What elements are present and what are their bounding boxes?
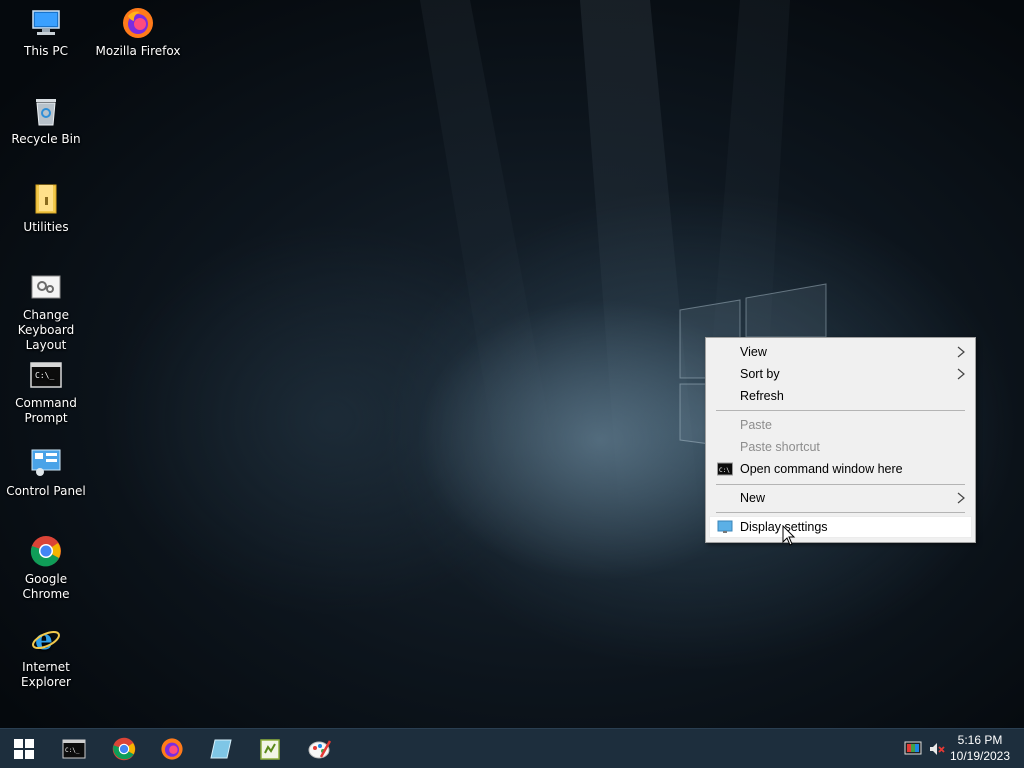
command-prompt-icon: C:\_: [29, 358, 63, 392]
menu-item-label: Open command window here: [740, 462, 903, 476]
menu-item-label: Paste shortcut: [740, 440, 820, 454]
desktop-icon-recycle-bin[interactable]: Recycle Bin: [0, 94, 92, 147]
desktop-icon-label: This PC: [24, 44, 68, 58]
menu-separator: [716, 512, 965, 513]
desktop-icon-change-keyboard-layout[interactable]: Change Keyboard Layout: [0, 270, 92, 353]
desktop-icon-internet-explorer[interactable]: e Internet Explorer: [0, 622, 92, 690]
svg-text:C:\_: C:\_: [35, 371, 54, 380]
recycle-bin-icon: [29, 94, 63, 128]
menu-item-refresh[interactable]: Refresh: [709, 385, 972, 407]
menu-item-label: Sort by: [740, 367, 780, 381]
cmd-icon: C:\: [717, 462, 733, 476]
desktop-icon-label: Mozilla Firefox: [95, 44, 181, 58]
menu-item-display-settings[interactable]: Display settings: [709, 516, 972, 538]
color-display-tray-icon[interactable]: [904, 741, 922, 757]
menu-item-paste[interactable]: Paste: [709, 414, 972, 436]
chrome-icon: [112, 737, 136, 761]
chevron-right-icon: [957, 368, 965, 380]
desktop-icon-firefox[interactable]: Mozilla Firefox: [92, 6, 184, 59]
paint-icon: [308, 740, 332, 759]
taskbar-paint[interactable]: [296, 729, 344, 768]
menu-separator: [716, 410, 965, 411]
folder-icon: [29, 182, 63, 216]
taskbar-chrome[interactable]: [100, 729, 148, 768]
desktop-icon-label: Control Panel: [6, 484, 86, 498]
desktop-icon-control-panel[interactable]: Control Panel: [0, 446, 92, 499]
desktop-icon-utilities[interactable]: Utilities: [0, 182, 92, 235]
desktop-icon-google-chrome[interactable]: Google Chrome: [0, 534, 92, 602]
this-pc-icon: [29, 6, 63, 40]
internet-explorer-icon: e: [29, 622, 63, 656]
menu-item-view[interactable]: View: [709, 341, 972, 363]
svg-text:C:\: C:\: [719, 467, 730, 474]
desktop-icon-command-prompt[interactable]: C:\_ Command Prompt: [0, 358, 92, 426]
taskbar-notes[interactable]: [197, 729, 245, 768]
clock-time: 5:16 PM: [957, 733, 1003, 747]
desktop-icon-label: Google Chrome: [22, 572, 70, 601]
system-clock[interactable]: 5:16 PM 10/19/2023: [948, 732, 1012, 764]
taskbar-command-prompt[interactable]: C:\_: [50, 729, 98, 768]
menu-item-open-command-window[interactable]: C:\ Open command window here: [709, 458, 972, 480]
command-prompt-icon: C:\_: [62, 739, 86, 759]
desktop-icon-label: Internet Explorer: [21, 660, 71, 689]
clock-date: 10/19/2023: [949, 749, 1011, 763]
keyboard-layout-icon: [29, 270, 63, 304]
menu-item-sort-by[interactable]: Sort by: [709, 363, 972, 385]
desktop-icon-label: Utilities: [23, 220, 69, 234]
desktop-icon-label: Change Keyboard Layout: [17, 308, 75, 352]
svg-text:C:\_: C:\_: [65, 747, 80, 754]
chrome-icon: [29, 534, 63, 568]
menu-item-label: New: [740, 491, 766, 505]
taskbar-firefox[interactable]: [148, 729, 196, 768]
notepad-icon: [260, 739, 280, 760]
menu-item-new[interactable]: New: [709, 487, 972, 509]
desktop-icon-label: Recycle Bin: [11, 132, 81, 146]
windows-start-icon: [14, 739, 34, 759]
notes-icon: [210, 739, 232, 759]
volume-muted-icon[interactable]: [928, 741, 946, 757]
taskbar-notepad-plus[interactable]: [246, 729, 294, 768]
taskbar: C:\_ 5:16 PM 10/19/2023: [0, 728, 1024, 768]
chevron-right-icon: [957, 346, 965, 358]
menu-item-label: View: [740, 345, 767, 359]
control-panel-icon: [29, 446, 63, 480]
mouse-cursor-icon: [782, 525, 796, 546]
desktop-context-menu: View Sort by Refresh Paste Paste shortcu…: [705, 337, 976, 543]
menu-separator: [716, 484, 965, 485]
menu-item-label: Refresh: [740, 389, 784, 403]
desktop-icon-label: Command Prompt: [15, 396, 77, 425]
menu-item-paste-shortcut[interactable]: Paste shortcut: [709, 436, 972, 458]
menu-item-label: Paste: [740, 418, 772, 432]
display-icon: [717, 520, 733, 533]
desktop-icon-this-pc[interactable]: This PC: [0, 6, 92, 59]
chevron-right-icon: [957, 492, 965, 504]
firefox-icon: [161, 738, 183, 760]
firefox-icon: [121, 6, 155, 40]
start-button[interactable]: [0, 729, 48, 768]
